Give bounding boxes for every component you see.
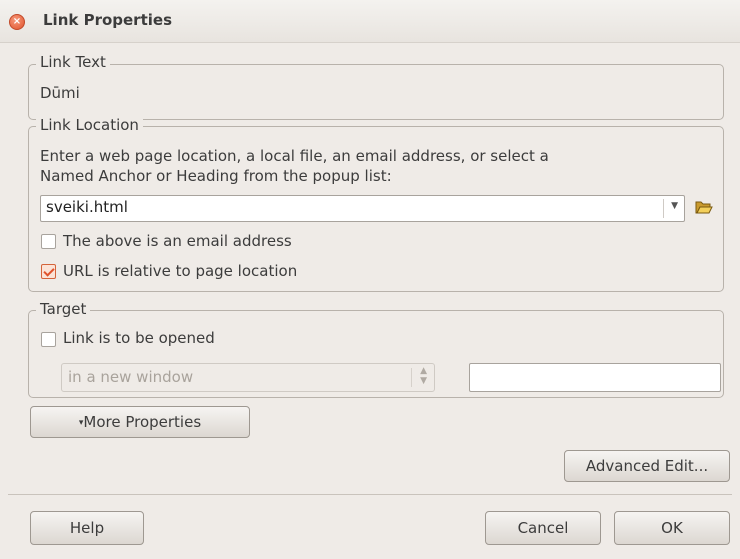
link-text-value: Dūmi [40,84,80,102]
button-separator [8,494,732,495]
close-icon[interactable]: × [9,14,25,30]
url-value[interactable]: sveiki.html [46,198,128,216]
target-legend: Target [36,300,91,318]
relative-url-label[interactable]: URL is relative to page location [63,262,297,280]
window-target-select[interactable]: in a new window ▲ ▼ [61,363,435,392]
link-location-legend: Link Location [36,116,143,134]
location-instructions-line2: Named Anchor or Heading from the popup l… [40,167,392,185]
email-checkbox-label[interactable]: The above is an email address [63,232,292,250]
link-text-group [28,64,724,120]
help-button[interactable]: Help [30,511,144,545]
combo-separator [663,199,664,218]
window-target-value: in a new window [68,368,194,386]
relative-url-checkbox[interactable] [41,264,56,279]
spinner-arrows-icon: ▲ ▼ [420,366,427,386]
cancel-button[interactable]: Cancel [485,511,601,545]
title-bar: × Link Properties [0,0,740,43]
dropdown-arrow-icon[interactable]: ▼ [671,201,678,211]
folder-open-icon[interactable] [695,199,713,215]
url-combobox[interactable]: sveiki.html ▼ [40,195,685,222]
link-text-legend: Link Text [36,53,110,71]
target-name-input[interactable] [469,363,721,392]
location-instructions-line1: Enter a web page location, a local file,… [40,147,549,165]
select-separator [411,368,412,387]
email-checkbox[interactable] [41,234,56,249]
more-properties-button[interactable]: ▾More Properties [30,406,250,438]
advanced-edit-button[interactable]: Advanced Edit... [564,450,730,482]
open-link-label[interactable]: Link is to be opened [63,329,215,347]
more-properties-label: More Properties [83,413,202,431]
ok-button[interactable]: OK [614,511,730,545]
window-title: Link Properties [43,11,172,29]
open-link-checkbox[interactable] [41,332,56,347]
